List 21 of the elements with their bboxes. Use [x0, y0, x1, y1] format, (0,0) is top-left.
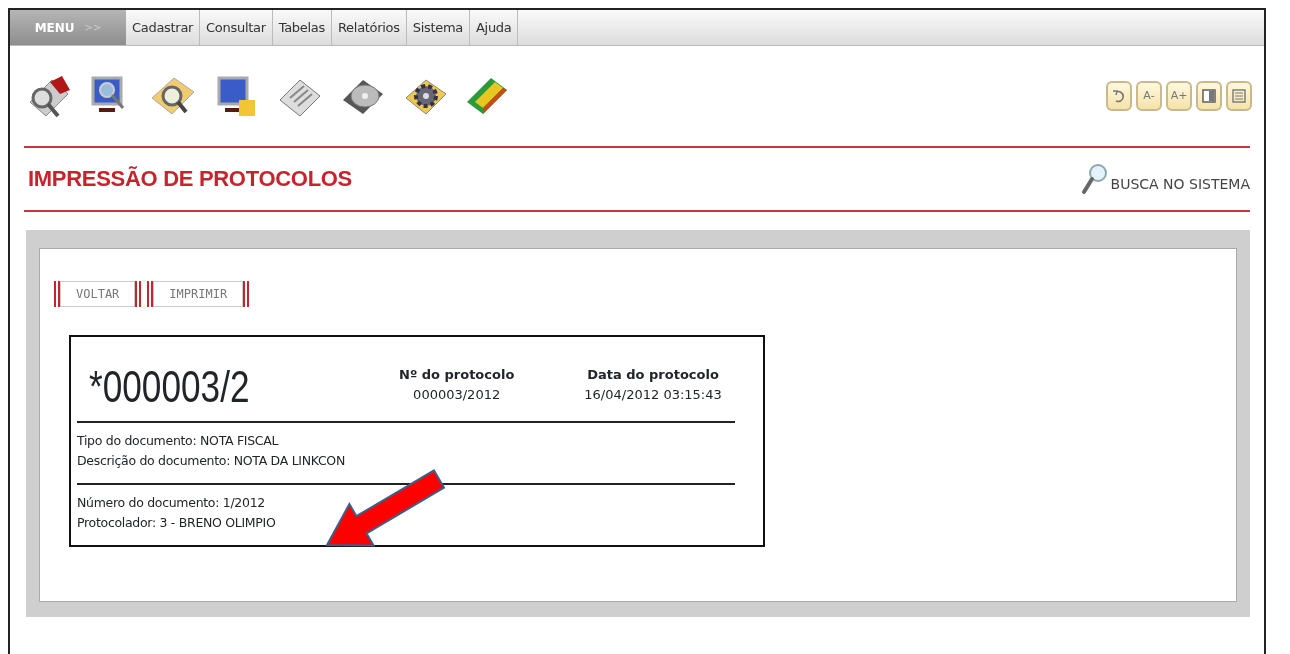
search-link[interactable]: BUSCA NO SISTEMA — [1080, 163, 1250, 195]
menu-item[interactable]: Cadastrar — [126, 10, 201, 45]
info-text: Descrição do documento: NOTA DA LINKCON — [77, 452, 346, 470]
menu-item[interactable]: Consultar — [200, 10, 273, 45]
field-value: 000003/2012 — [412, 385, 502, 404]
menu-item[interactable]: Relatórios — [331, 10, 407, 45]
protocol-code: *000003/2 — [89, 365, 249, 409]
field-value: 16/04/2012 03:15:43 — [584, 385, 722, 404]
info-text: Número do documento: 1/2012 — [77, 494, 266, 512]
back-button[interactable]: VOLTAR — [54, 281, 142, 307]
font-size-button[interactable]: A+ — [1166, 81, 1192, 111]
font-size-button[interactable]: A- — [1136, 81, 1162, 111]
print-button[interactable]: IMPRIMIR — [147, 281, 250, 307]
info-text: Protocolador: 3 - BRENO OLIMPIO — [77, 514, 277, 532]
field-label: Data do protocolo — [586, 366, 720, 384]
menu-item[interactable]: Sistema — [406, 10, 470, 45]
menu-item[interactable]: Ajuda — [470, 10, 519, 45]
field-label: Nº do protocolo — [399, 366, 515, 384]
info-text: Tipo do documento: NOTA FISCAL — [77, 432, 280, 450]
menu-item[interactable]: Tabelas — [272, 10, 332, 45]
page-title: IMPRESSÃO DE PROTOCOLOS — [28, 165, 352, 193]
